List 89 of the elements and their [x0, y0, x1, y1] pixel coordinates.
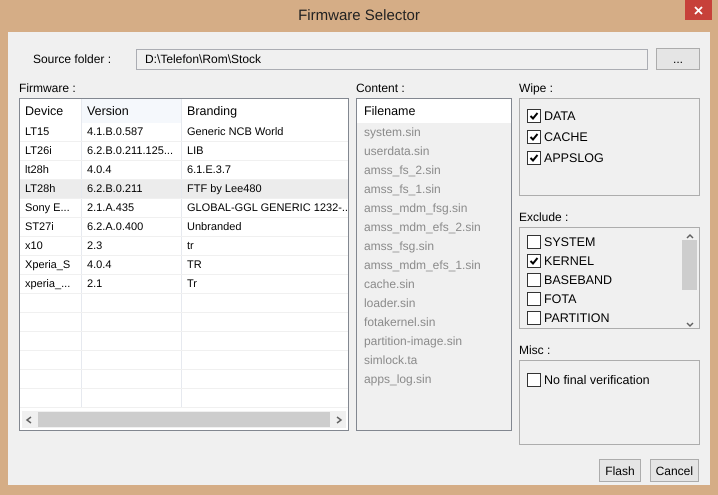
checkbox-label[interactable]: SYSTEM [544, 234, 596, 248]
table-cell: 2.1.A.435 [82, 199, 182, 217]
scroll-right-icon[interactable] [335, 416, 343, 424]
horizontal-scrollbar[interactable] [22, 411, 346, 428]
source-folder-field[interactable]: D:\Telefon\Rom\Stock [136, 48, 648, 70]
file-item: fotakernel.sin [363, 314, 436, 331]
close-button[interactable] [685, 0, 712, 20]
firmware-label: Firmware : [19, 80, 77, 97]
table-cell: LT26i [20, 142, 82, 160]
table-row[interactable]: ST27i 6.2.A.0.400 Unbranded [20, 218, 348, 237]
table-cell: 4.1.B.0.587 [82, 123, 182, 141]
checkbox-label[interactable]: KERNEL [544, 254, 594, 268]
dialog-button[interactable]: Cancel [650, 459, 699, 482]
column-header[interactable]: Version [82, 99, 182, 123]
table-cell: LT28h [20, 180, 82, 198]
table-cell-text: Generic NCB World [186, 125, 284, 140]
wipe-label: Wipe : [519, 80, 554, 97]
checkbox[interactable] [527, 372, 541, 386]
table-cell: Xperia_S [20, 256, 82, 274]
checkbox-label[interactable]: No final verification [544, 372, 650, 386]
vertical-scrollbar[interactable] [681, 232, 698, 328]
column-header[interactable]: Branding [182, 99, 348, 123]
checkbox-label[interactable]: BASEBAND [544, 272, 612, 286]
file-item: cache.sin [363, 276, 416, 293]
source-folder-label: Source folder : [32, 52, 112, 66]
checkbox[interactable] [527, 130, 541, 144]
table-row[interactable]: LT15 4.1.B.0.587 Generic NCB World [20, 123, 348, 142]
table-cell: 6.2.A.0.400 [82, 218, 182, 236]
table-cell: xperia_... [20, 275, 82, 293]
table-cell: 6.2.B.0.211.125... [82, 142, 182, 160]
checkbox-label[interactable]: CACHE [544, 130, 588, 144]
table-cell-text: TR [186, 258, 203, 273]
table-row[interactable]: x10 2.3 tr [20, 237, 348, 256]
table-cell-text: Unbranded [186, 220, 242, 235]
file-item: simlock.ta [363, 352, 418, 369]
checkbox-label[interactable]: PARTITION [544, 310, 610, 324]
table-cell: 4.0.4 [82, 161, 182, 179]
column-header[interactable]: Filename [357, 99, 511, 123]
checkbox-label[interactable]: APPSLOG [544, 150, 604, 164]
file-item: amss_mdm_efs_1.sin [363, 257, 482, 274]
table-cell: Sony E... [20, 199, 82, 217]
table-cell: lt28h [20, 161, 82, 179]
table-cell: ST27i [20, 218, 82, 236]
file-item: userdata.sin [363, 143, 430, 160]
table-cell-text: 6.1.E.3.7 [186, 163, 232, 178]
table-cell: 2.1 [82, 275, 182, 293]
file-item: amss_fsg.sin [363, 238, 436, 255]
table-cell: 4.0.4 [82, 256, 182, 274]
table-row[interactable]: Xperia_S 4.0.4 TR [20, 256, 348, 275]
table-cell-text: Tr [186, 277, 198, 292]
file-item: system.sin [363, 124, 422, 141]
checkbox-label[interactable]: DATA [544, 108, 576, 122]
dialog-button[interactable]: Flash [599, 459, 641, 482]
checkbox[interactable] [527, 272, 541, 286]
table-row[interactable]: xperia_... 2.1 Tr [20, 275, 348, 294]
table-cell-text: tr [186, 239, 195, 254]
table-cell-text: LIB [186, 144, 205, 159]
table-cell: 2.3 [82, 237, 182, 255]
file-item: amss_fs_1.sin [363, 181, 442, 198]
content-label: Content : [356, 80, 406, 97]
file-item: amss_mdm_fsg.sin [363, 200, 468, 217]
file-item: apps_log.sin [363, 371, 432, 388]
browse-button[interactable]: ... [656, 48, 700, 70]
checkbox[interactable] [527, 254, 541, 268]
misc-label: Misc : [519, 342, 552, 359]
table-cell: x10 [20, 237, 82, 255]
close-icon [694, 6, 703, 14]
checkbox[interactable] [527, 234, 541, 248]
file-item: amss_mdm_efs_2.sin [363, 219, 482, 236]
checkbox[interactable] [527, 150, 541, 164]
table-cell: LT15 [20, 123, 82, 141]
checkbox[interactable] [527, 292, 541, 306]
table-cell: 6.2.B.0.211 [82, 180, 182, 198]
table-row[interactable]: LT28h 6.2.B.0.211 FTF by Lee480 [20, 180, 348, 199]
exclude-label: Exclude : [519, 209, 570, 226]
table-cell-text: GLOBAL-GGL GENERIC 1232-... [186, 201, 348, 216]
window-title: Firmware Selector [298, 6, 420, 26]
file-item: amss_fs_2.sin [363, 162, 442, 179]
scroll-left-icon[interactable] [25, 416, 33, 424]
table-row[interactable]: LT26i 6.2.B.0.211.125... LIB [20, 142, 348, 161]
scroll-down-icon[interactable] [686, 320, 694, 328]
checkbox[interactable] [527, 310, 541, 324]
file-item: loader.sin [363, 295, 416, 312]
table-row[interactable]: Sony E... 2.1.A.435 GLOBAL-GGL GENERIC 1232-... [20, 199, 348, 218]
table-cell-text: FTF by Lee480 [186, 182, 263, 197]
checkbox[interactable] [527, 108, 541, 122]
scroll-up-icon[interactable] [686, 232, 694, 240]
checkbox-label[interactable]: FOTA [544, 292, 576, 306]
file-item: partition-image.sin [363, 333, 464, 350]
